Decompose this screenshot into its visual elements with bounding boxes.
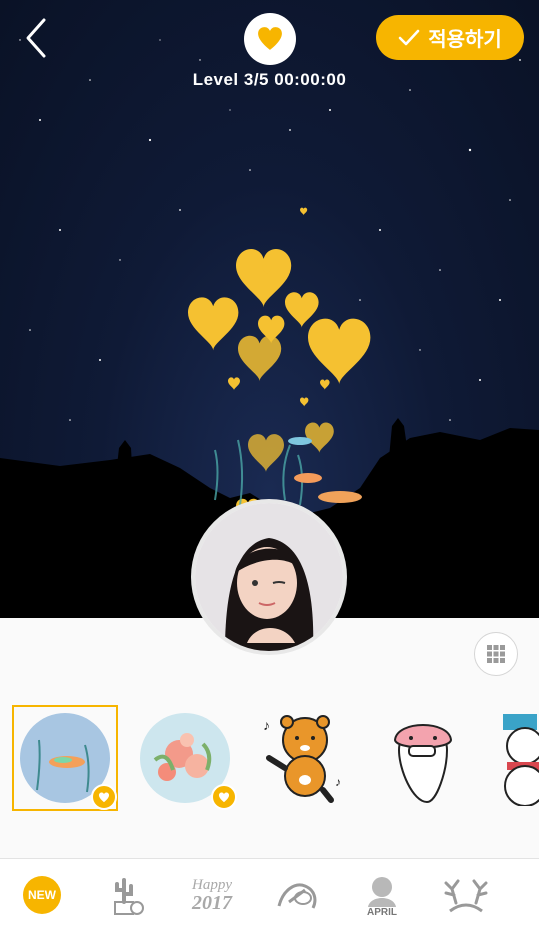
sticker-peach-character[interactable] xyxy=(377,710,473,806)
profile-avatar xyxy=(195,503,343,651)
grid-view-button[interactable] xyxy=(474,632,518,676)
new-badge: NEW xyxy=(23,876,61,914)
sticker-flower[interactable] xyxy=(137,710,237,810)
hands-icon xyxy=(277,883,317,909)
bear-character-image: ♪ ♪ xyxy=(263,715,341,803)
snowman-sticker-image xyxy=(503,714,539,807)
tab-plant[interactable] xyxy=(95,867,155,923)
heart-badge xyxy=(211,784,237,810)
heart-badge xyxy=(91,784,117,810)
category-tabbar: NEW Happy 2017 APRIL xyxy=(0,858,539,931)
effect-badge[interactable] xyxy=(244,13,296,65)
year-label: 2017 xyxy=(192,891,232,914)
svg-text:♪: ♪ xyxy=(335,775,341,789)
chevron-left-icon xyxy=(26,18,46,58)
apply-button[interactable]: 적용하기 xyxy=(376,15,524,60)
heart-icon xyxy=(258,27,282,50)
heart-icon xyxy=(98,791,110,802)
sticker-snowman[interactable] xyxy=(497,710,539,807)
grid-icon xyxy=(487,645,505,663)
top-bar: Level 3/5 00:00:00 적용하기 xyxy=(0,0,539,100)
level-timer: Level 3/5 00:00:00 xyxy=(192,70,347,89)
apply-label: 적용하기 xyxy=(428,29,502,51)
peach-character-image xyxy=(393,724,453,804)
sticker-fish[interactable] xyxy=(12,705,118,811)
happy-2017-icon: Happy 2017 xyxy=(192,876,232,914)
heart-icon xyxy=(218,791,230,802)
back-button[interactable] xyxy=(18,14,58,62)
april-icon: APRIL xyxy=(367,877,397,917)
tab-antlers[interactable] xyxy=(436,867,496,923)
antlers-icon xyxy=(444,879,488,913)
april-label: APRIL xyxy=(367,907,397,917)
avatar-portrait xyxy=(195,503,343,651)
sticker-bear-character[interactable]: ♪ ♪ xyxy=(257,710,353,806)
check-icon xyxy=(398,29,420,45)
svg-text:♪: ♪ xyxy=(263,717,270,733)
tab-hands[interactable] xyxy=(268,867,328,923)
cactus-icon xyxy=(114,878,144,915)
tab-happy-2017[interactable]: Happy 2017 xyxy=(182,867,242,923)
happy-label: Happy xyxy=(192,876,232,893)
tab-april[interactable]: APRIL xyxy=(352,867,412,923)
tab-new[interactable]: NEW xyxy=(12,867,72,923)
